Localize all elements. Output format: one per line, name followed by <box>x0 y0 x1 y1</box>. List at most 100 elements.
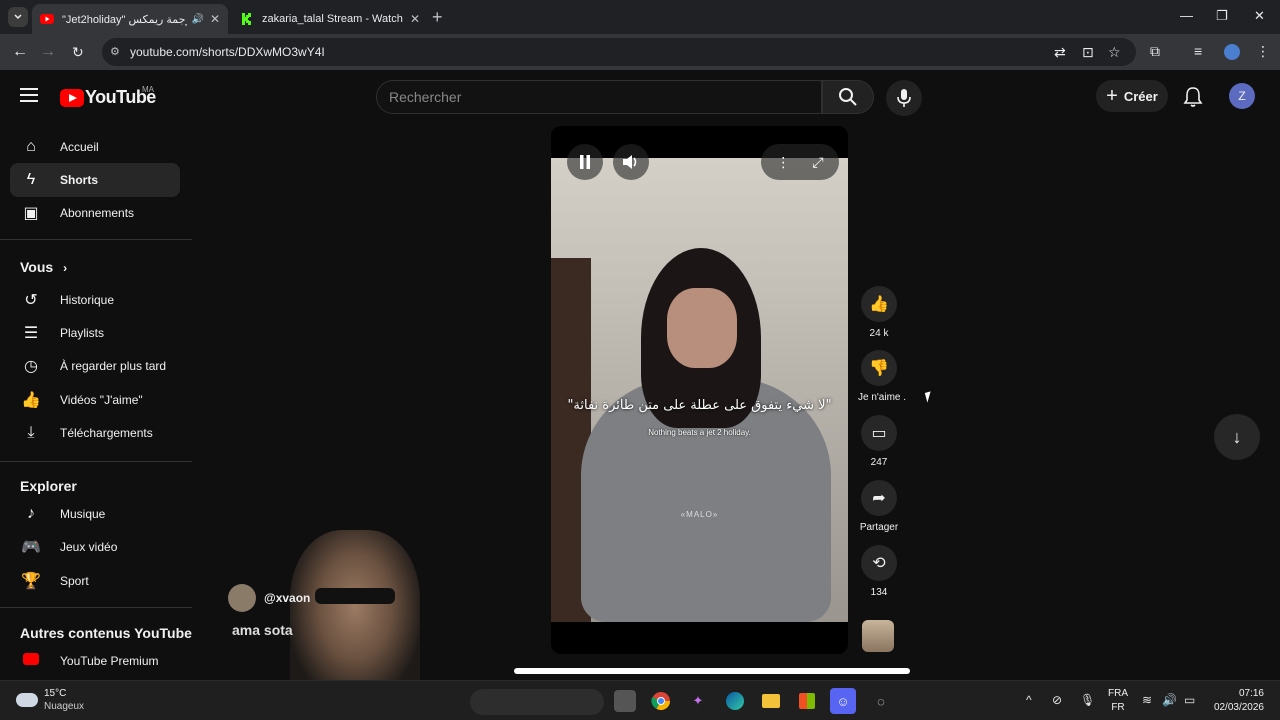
tab-close-button[interactable]: ✕ <box>410 12 420 26</box>
playlists-icon: ☰ <box>23 325 39 342</box>
address-bar[interactable]: ⚙ youtube.com/shorts/DDXwMO3wY4I ⇄ ⊡ ☆ <box>102 38 1136 66</box>
bookmark-star-icon[interactable]: ☆ <box>1108 44 1121 61</box>
tab-kick[interactable]: zakaria_talal Stream - Watch Li ✕ <box>232 4 428 34</box>
next-short-button[interactable]: ↓ <box>1214 414 1260 460</box>
weather-widget[interactable]: 15°C Nuageux <box>16 687 84 713</box>
arrow-down-icon: ↓ <box>1232 426 1242 447</box>
share-arrow-icon: ➦ <box>872 490 886 507</box>
sidebar-item-history[interactable]: ↺ Historique <box>10 283 180 317</box>
dislike-button[interactable]: 👎 <box>861 350 897 386</box>
volume-button[interactable] <box>613 144 649 180</box>
tab-close-button[interactable]: ✕ <box>210 12 220 26</box>
language-top: FRA <box>1108 688 1128 699</box>
copilot-icon[interactable]: ✦ <box>687 690 709 712</box>
url-text[interactable]: youtube.com/shorts/DDXwMO3wY4I <box>130 45 325 59</box>
remix-action[interactable]: ⟲ 134 <box>858 545 900 598</box>
task-view-icon[interactable] <box>614 690 636 712</box>
install-app-icon[interactable]: ⊡ <box>1082 44 1094 61</box>
create-button[interactable]: + Créer <box>1096 80 1168 112</box>
reload-icon[interactable]: ↻ <box>72 44 84 61</box>
close-window-button[interactable]: ✕ <box>1254 8 1265 24</box>
microphone-tray-icon[interactable]: 🎙 <box>1080 693 1095 707</box>
shorts-player[interactable]: "لا شيء يتفوق على عطلة على متن طائرة نفا… <box>551 126 848 654</box>
video-frame[interactable]: "لا شيء يتفوق على عطلة على متن طائرة نفا… <box>551 158 848 622</box>
sidebar-item-gaming[interactable]: 🎮 Jeux vidéo <box>10 530 180 564</box>
account-avatar[interactable]: Z <box>1229 83 1255 109</box>
sidebar-item-youtube-premium[interactable]: YouTube Premium <box>10 644 180 678</box>
like-action[interactable]: 👍 24 k <box>858 286 900 339</box>
sidebar-item-home[interactable]: ⌂ Accueil <box>10 130 180 164</box>
taskbar-search[interactable] <box>470 689 604 715</box>
comments-button[interactable]: ▭ <box>861 415 897 451</box>
edge-icon[interactable] <box>724 690 746 712</box>
sidebar-item-downloads[interactable]: ⤓ Téléchargements <box>10 416 180 450</box>
dislike-action[interactable]: 👎 Je n'aime . <box>858 350 906 403</box>
microsoft-store-icon[interactable] <box>796 690 818 712</box>
sidebar-you-heading[interactable]: Vous › <box>20 259 67 275</box>
voice-search-button[interactable] <box>886 80 922 116</box>
clock-date: 02/03/2026 <box>1213 702 1264 713</box>
battery-icon[interactable]: ▭ <box>1184 693 1195 707</box>
youtube-favicon-icon <box>40 14 54 24</box>
share-label: Partager <box>859 522 899 533</box>
translate-icon[interactable]: ⇄ <box>1054 44 1066 61</box>
tab-title: "Jet2holiday" ترجمة ريمكس <box>62 13 187 26</box>
site-info-icon[interactable]: ⚙ <box>110 45 120 58</box>
show-hidden-icons-chevron-icon[interactable]: ^ <box>1026 693 1032 707</box>
browser-menu-icon[interactable]: ⋮ <box>1256 43 1270 60</box>
sidebar-item-subscriptions[interactable]: ▣ Abonnements <box>10 196 180 230</box>
input-language[interactable]: FRA FR <box>1108 687 1128 715</box>
chrome-icon[interactable] <box>650 690 672 712</box>
subscriptions-icon: ▣ <box>23 205 39 222</box>
app-icon[interactable]: ◌ <box>870 690 892 712</box>
back-arrow-icon[interactable]: ← <box>12 43 28 61</box>
file-explorer-icon[interactable] <box>760 690 782 712</box>
search-button[interactable] <box>822 80 874 114</box>
music-icon: ♪ <box>27 505 35 522</box>
youtube-logo[interactable]: YouTube MA <box>60 85 156 108</box>
sidebar-item-label: Shorts <box>60 173 99 187</box>
forward-arrow-icon[interactable]: → <box>40 43 56 61</box>
overlay-user-avatar <box>228 584 256 612</box>
system-clock[interactable]: 07:16 02/03/2026 <box>1208 687 1264 715</box>
network-off-icon[interactable]: ⊘ <box>1052 693 1062 707</box>
tab-youtube[interactable]: "Jet2holiday" ترجمة ريمكس 🔊 ✕ <box>32 4 228 34</box>
mouse-cursor-icon <box>924 391 934 403</box>
search-input[interactable]: Rechercher <box>376 80 822 114</box>
hamburger-menu-icon[interactable] <box>20 88 38 102</box>
tab-search-button[interactable] <box>8 7 28 27</box>
notifications-bell-icon[interactable] <box>1183 86 1203 108</box>
caption-arabic: "لا شيء يتفوق على عطلة على متن طائرة نفا… <box>567 398 832 413</box>
sidebar-item-liked-videos[interactable]: 👍 Vidéos "J'aime" <box>10 383 180 417</box>
speaker-icon[interactable]: 🔊 <box>1162 693 1177 707</box>
player-options-group: ⋮ ⤢ <box>761 144 839 180</box>
more-options-icon[interactable]: ⋮ <box>776 154 790 171</box>
remix-button[interactable]: ⟲ <box>861 545 897 581</box>
new-tab-button[interactable]: + <box>432 7 443 28</box>
pause-button[interactable] <box>567 144 603 180</box>
wifi-icon[interactable]: ≋ <box>1142 693 1152 707</box>
sidebar-item-playlists[interactable]: ☰ Playlists <box>10 316 180 350</box>
sidebar-item-shorts[interactable]: ϟ Shorts <box>10 163 180 197</box>
youtube-header: YouTube MA Rechercher + Créer Z <box>0 70 1280 126</box>
media-control-icon[interactable]: ≡ <box>1194 43 1202 59</box>
comments-action[interactable]: ▭ 247 <box>858 415 900 468</box>
remix-count: 134 <box>870 587 888 598</box>
audio-playing-icon[interactable]: 🔊 <box>191 14 203 25</box>
sound-thumbnail[interactable] <box>862 620 894 652</box>
country-code: MA <box>142 85 154 94</box>
extensions-icon[interactable]: ⧉ <box>1150 43 1160 60</box>
sidebar-item-watch-later[interactable]: ◷ À regarder plus tard <box>10 349 180 383</box>
like-button[interactable]: 👍 <box>861 286 897 322</box>
fullscreen-icon[interactable]: ⤢ <box>812 154 823 171</box>
browser-profile-avatar[interactable] <box>1224 44 1240 60</box>
minimize-button[interactable]: — <box>1180 8 1193 23</box>
share-action[interactable]: ➦ Partager <box>858 480 900 533</box>
comment-count: 247 <box>870 457 888 468</box>
sidebar-item-label: YouTube Premium <box>60 654 159 668</box>
discord-icon[interactable]: ☺ <box>830 688 856 714</box>
maximize-button[interactable]: ❐ <box>1216 8 1228 24</box>
sidebar-item-music[interactable]: ♪ Musique <box>10 497 180 531</box>
sidebar-item-sport[interactable]: 🏆 Sport <box>10 564 180 598</box>
share-button[interactable]: ➦ <box>861 480 897 516</box>
